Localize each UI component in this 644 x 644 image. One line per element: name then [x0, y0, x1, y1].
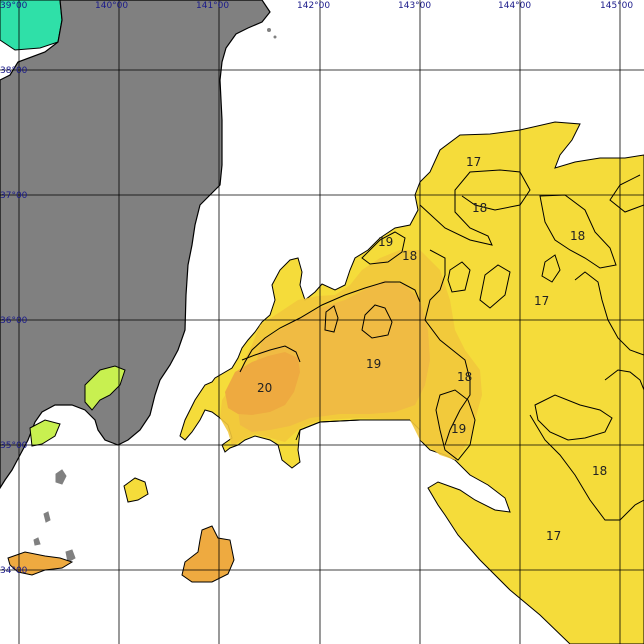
isotherm-label: 18 [457, 370, 472, 384]
isotherm-label: 19 [378, 235, 393, 249]
isotherm-label: 20 [257, 381, 272, 395]
isotherm-label: 17 [466, 155, 481, 169]
islet [267, 28, 271, 32]
lon-label: 145°00 [600, 1, 633, 11]
warm-patch-hachijo [181, 525, 235, 583]
lat-label: 35°00 [0, 441, 28, 451]
isotherm-label: 18 [570, 229, 585, 243]
isotherm-label: 18 [592, 464, 607, 478]
island-izu-2 [43, 511, 51, 523]
lat-label: 38°00 [0, 66, 28, 76]
lat-label: 34°00 [0, 566, 28, 576]
isotherm-label: 17 [534, 294, 549, 308]
islet [273, 35, 277, 39]
lon-label: 142°00 [297, 1, 330, 11]
sea-surface-temperature-map: 39°00 140°00 141°00 142°00 143°00 144°00… [0, 0, 644, 644]
lon-label: 141°00 [196, 1, 229, 11]
island-izu-1 [55, 469, 67, 485]
warm-patch-miyake [123, 477, 149, 503]
isotherm-label: 19 [366, 357, 381, 371]
island-izu-3 [33, 537, 41, 546]
lon-label: 144°00 [498, 1, 531, 11]
lon-label: 140°00 [95, 1, 128, 11]
isotherm-label: 17 [546, 529, 561, 543]
longitude-labels: 39°00 140°00 141°00 142°00 143°00 144°00… [0, 1, 633, 11]
lon-label: 39°00 [0, 1, 28, 11]
lat-label: 36°00 [0, 316, 28, 326]
isotherm-label: 18 [402, 249, 417, 263]
isotherm-label: 19 [451, 422, 466, 436]
map-canvas: 39°00 140°00 141°00 142°00 143°00 144°00… [0, 0, 644, 644]
lon-label: 143°00 [398, 1, 431, 11]
lat-label: 37°00 [0, 191, 28, 201]
isotherm-label: 18 [472, 201, 487, 215]
